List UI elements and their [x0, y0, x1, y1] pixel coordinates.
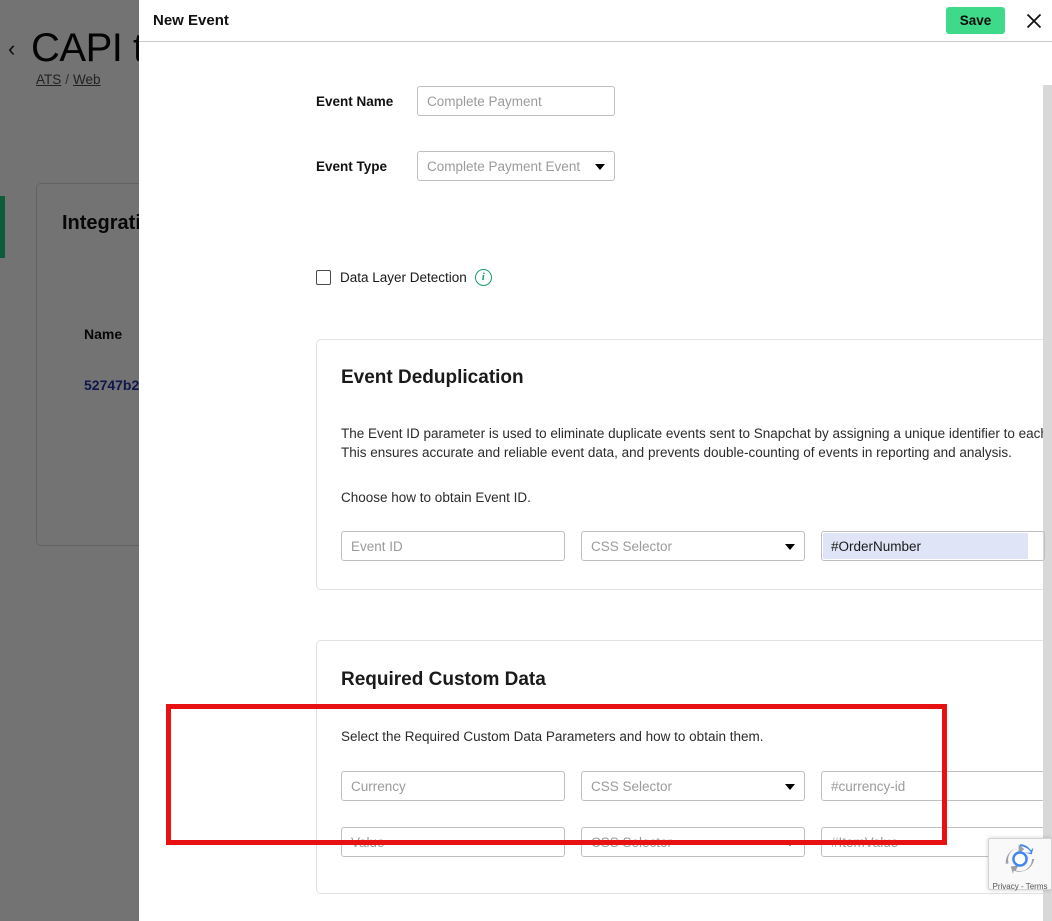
event-id-method-select[interactable]: CSS Selector	[581, 531, 805, 561]
value-method-value: CSS Selector	[581, 827, 805, 857]
required-custom-data-title: Required Custom Data	[341, 669, 546, 690]
new-event-modal: New Event Save Event Name Event Type Com…	[139, 0, 1052, 921]
event-id-row: CSS Selector	[341, 531, 1045, 561]
save-button[interactable]: Save	[946, 7, 1005, 34]
event-deduplication-title: Event Deduplication	[341, 367, 524, 388]
close-icon[interactable]	[1022, 9, 1046, 33]
event-id-method-value: CSS Selector	[581, 531, 805, 561]
required-custom-data-subtitle: Select the Required Custom Data Paramete…	[341, 729, 764, 744]
data-layer-detection-label: Data Layer Detection	[340, 270, 467, 285]
value-parameter-input[interactable]	[341, 827, 565, 857]
value-method-select[interactable]: CSS Selector	[581, 827, 805, 857]
recaptcha-terms-label[interactable]: Privacy - Terms	[989, 882, 1051, 891]
event-name-label: Event Name	[316, 93, 394, 109]
currency-target-input[interactable]	[821, 771, 1045, 801]
data-layer-detection-checkbox[interactable]	[316, 270, 331, 285]
modal-header: New Event Save	[139, 0, 1052, 42]
modal-scrollbar[interactable]	[1043, 85, 1052, 921]
event-deduplication-paragraph: The Event ID parameter is used to elimin…	[341, 426, 1052, 460]
recaptcha-badge[interactable]: Privacy - Terms	[988, 838, 1052, 891]
event-deduplication-subtitle: Choose how to obtain Event ID.	[341, 490, 531, 505]
data-layer-detection-row: Data Layer Detection i	[316, 269, 492, 286]
event-name-row: Event Name	[316, 86, 615, 116]
modal-title: New Event	[153, 12, 229, 29]
currency-method-select[interactable]: CSS Selector	[581, 771, 805, 801]
event-id-target-field	[821, 531, 1045, 561]
event-id-target-input[interactable]	[821, 531, 1045, 561]
event-deduplication-card: Event Deduplication The Event ID paramet…	[316, 339, 1052, 590]
modal-body: Event Name Event Type Complete Payment E…	[139, 42, 1052, 921]
event-type-select-value: Complete Payment Event	[417, 151, 615, 181]
event-type-select[interactable]: Complete Payment Event	[417, 151, 615, 181]
event-name-input[interactable]	[417, 86, 615, 116]
event-type-label: Event Type	[316, 158, 388, 174]
event-id-parameter-input[interactable]	[341, 531, 565, 561]
event-type-row: Event Type Complete Payment Event	[316, 151, 615, 181]
currency-parameter-input[interactable]	[341, 771, 565, 801]
currency-method-value: CSS Selector	[581, 771, 805, 801]
currency-row: CSS Selector	[341, 771, 1045, 801]
value-row: CSS Selector	[341, 827, 1045, 857]
info-icon[interactable]: i	[474, 269, 492, 286]
required-custom-data-card: Required Custom Data Select the Required…	[316, 640, 1052, 894]
recaptcha-icon	[989, 842, 1051, 881]
